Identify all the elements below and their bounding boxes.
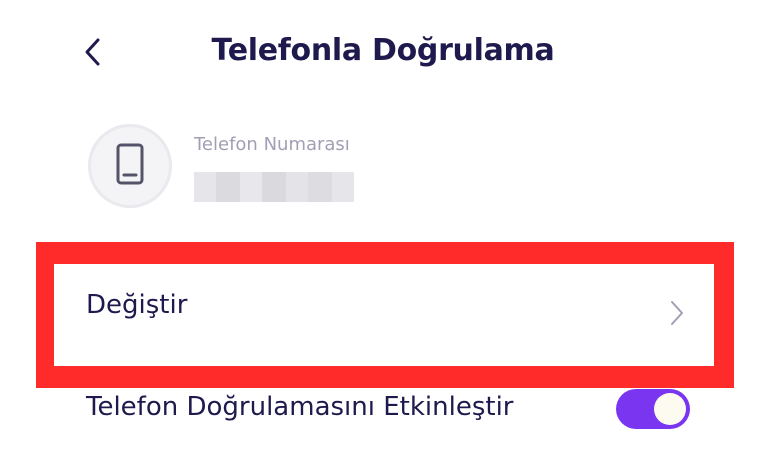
- phone-number-label: Telefon Numarası: [194, 134, 350, 155]
- change-phone-button[interactable]: Değiştir: [54, 264, 714, 366]
- toggle-knob: [654, 393, 686, 425]
- page-title: Telefonla Doğrulama: [211, 33, 555, 68]
- phone-avatar: [88, 124, 172, 208]
- enable-phone-verification-label: Telefon Doğrulamasını Etkinleştir: [86, 392, 514, 422]
- change-label: Değiştir: [86, 290, 188, 320]
- smartphone-icon: [115, 143, 145, 189]
- enable-phone-verification-toggle[interactable]: [616, 389, 690, 429]
- phone-number-value-blurred: [194, 172, 354, 202]
- chevron-right-icon: [670, 300, 684, 330]
